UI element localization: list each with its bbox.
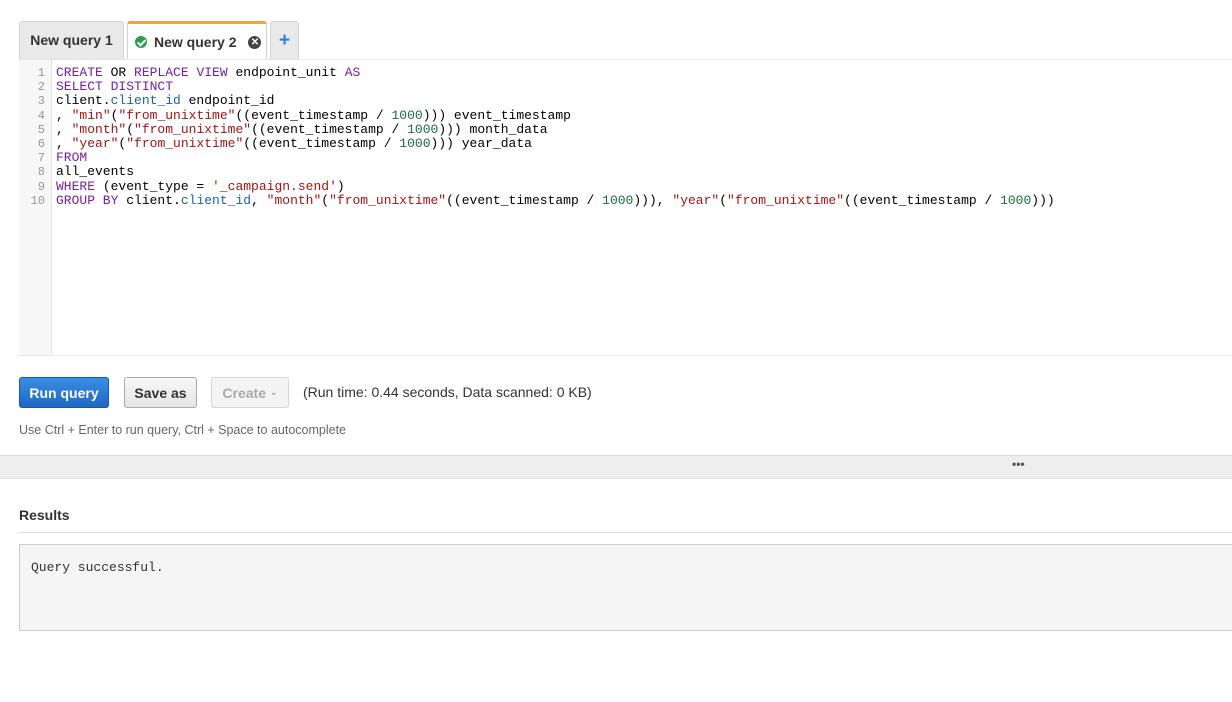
- results-message: Query successful.: [31, 560, 164, 575]
- line-number: 5: [37, 122, 45, 137]
- code-line-8: all_events: [56, 164, 135, 180]
- line-number: 6: [37, 137, 45, 152]
- results-divider: [19, 532, 1232, 533]
- line-number: 3: [37, 94, 45, 109]
- save-as-button[interactable]: Save as: [124, 377, 197, 408]
- run-query-button[interactable]: Run query: [19, 377, 109, 408]
- code-line-5: , "month"("from_unixtime"((event_timesta…: [56, 121, 548, 137]
- drag-handle-icon[interactable]: •••: [1012, 457, 1025, 471]
- tab-new-query-1[interactable]: New query 1: [19, 21, 124, 59]
- keyboard-hint: Use Ctrl + Enter to run query, Ctrl + Sp…: [19, 423, 347, 437]
- code-line-4: , "min"("from_unixtime"((event_timestamp…: [56, 107, 571, 123]
- code-line-9: WHERE (event_type = '_campaign.send'): [56, 178, 345, 194]
- resize-divider[interactable]: •••: [0, 455, 1232, 479]
- line-number: 1: [37, 66, 45, 80]
- code-line-1: CREATE OR REPLACE VIEW endpoint_unit AS: [56, 65, 361, 80]
- run-info-text: (Run time: 0.44 seconds, Data scanned: 0…: [303, 384, 592, 400]
- tab-new-query-2[interactable]: New query 2 ✕: [127, 21, 267, 60]
- add-tab-button[interactable]: +: [270, 21, 299, 59]
- chevron-down-icon: ⌄: [270, 387, 278, 397]
- code-line-2: SELECT DISTINCT: [56, 79, 174, 95]
- code-line-6: , "year"("from_unixtime"((event_timestam…: [56, 136, 532, 152]
- results-heading: Results: [19, 507, 70, 523]
- tab-label: New query 1: [30, 31, 113, 48]
- line-number: 8: [37, 165, 45, 180]
- line-number: 4: [37, 108, 45, 123]
- sql-code[interactable]: CREATE OR REPLACE VIEW endpoint_unit AS …: [56, 65, 1055, 208]
- save-as-label: Save as: [134, 384, 187, 401]
- create-label: Create: [222, 384, 267, 401]
- line-number: 2: [37, 80, 45, 95]
- close-circle-icon[interactable]: ✕: [248, 35, 262, 49]
- line-number-gutter: 1 2 3 4 5 6 7 8 9 10: [19, 60, 52, 355]
- line-number: 7: [37, 151, 45, 166]
- code-line-3: client.client_id endpoint_id: [56, 93, 275, 109]
- plus-icon: +: [278, 30, 291, 51]
- create-dropdown-button[interactable]: Create ⌄: [211, 377, 289, 408]
- code-line-7: FROM: [56, 150, 88, 166]
- tab-label: New query 2: [154, 34, 237, 50]
- line-number: 10: [30, 193, 45, 208]
- sql-editor[interactable]: 1 2 3 4 5 6 7 8 9 10 CREATE OR REPLACE VIEW endpo…: [19, 59, 1232, 356]
- check-circle-icon: [135, 36, 147, 48]
- line-number: 9: [37, 179, 45, 194]
- results-panel: Query successful.: [19, 544, 1232, 631]
- run-query-label: Run query: [29, 384, 99, 401]
- code-line-10: GROUP BY client.client_id, "month"("from…: [56, 192, 1055, 208]
